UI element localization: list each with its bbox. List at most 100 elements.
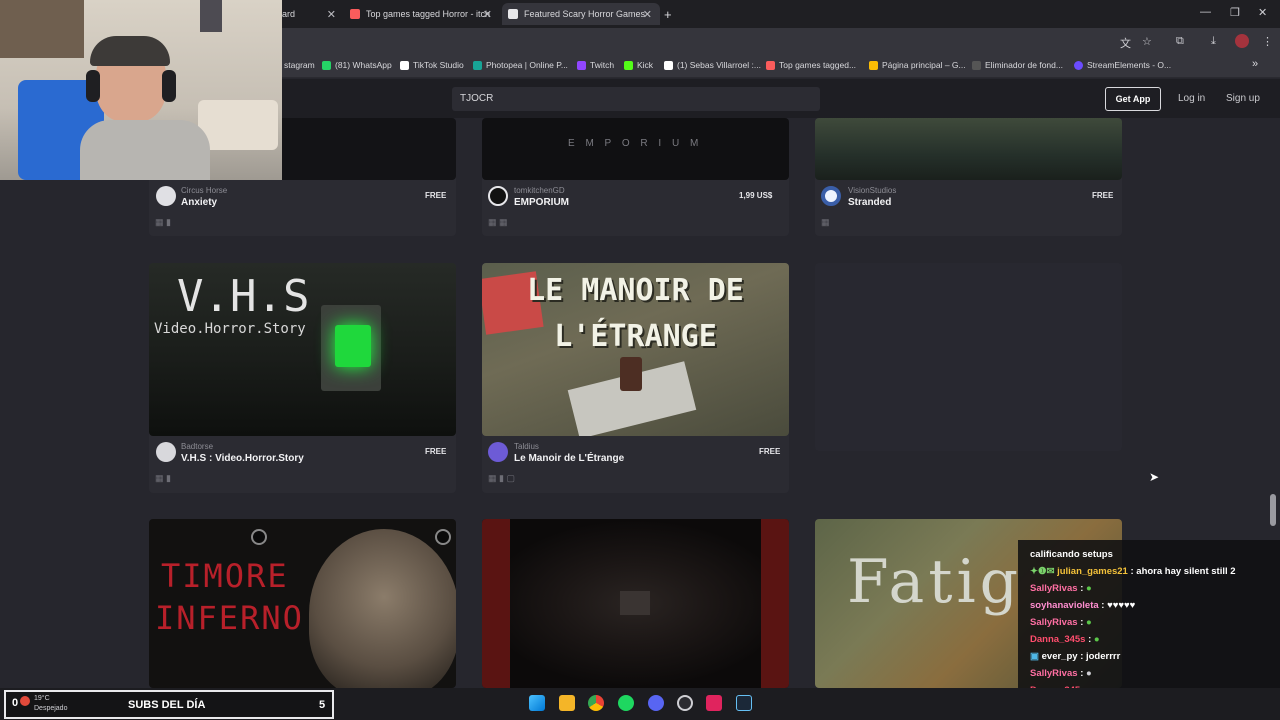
bookmark-kick[interactable]: Kick bbox=[624, 60, 653, 70]
itch-icon bbox=[508, 9, 518, 19]
chat-message: SallyRivas : ● bbox=[1030, 583, 1092, 594]
remove-bg-icon bbox=[972, 60, 981, 70]
bookmark-google-ads[interactable]: Página principal – G... bbox=[869, 60, 966, 70]
chat-message: Danna_345s : ● bbox=[1030, 634, 1100, 645]
profile-avatar[interactable] bbox=[1235, 34, 1249, 48]
game-cover[interactable]: LE MANOIR DE L'ÉTRANGE bbox=[482, 263, 789, 436]
x-icon bbox=[664, 60, 673, 70]
price-badge: FREE bbox=[425, 447, 447, 456]
steam-icon[interactable] bbox=[736, 695, 752, 711]
get-app-button[interactable]: Get App bbox=[1105, 87, 1161, 111]
close-icon[interactable]: ✕ bbox=[643, 8, 652, 21]
author-avatar[interactable] bbox=[488, 186, 508, 206]
twitch-icon bbox=[577, 60, 586, 70]
cover-title-line1: TIMORE bbox=[161, 557, 289, 595]
game-cover[interactable] bbox=[815, 118, 1122, 180]
cover-title: V.H.S bbox=[177, 271, 310, 322]
obs-icon[interactable] bbox=[677, 695, 693, 711]
skull-shape bbox=[309, 529, 456, 688]
new-tab-button[interactable]: + bbox=[664, 3, 678, 25]
spotify-icon[interactable] bbox=[618, 695, 634, 711]
emote-icon: ● bbox=[1086, 668, 1092, 679]
minimize-icon[interactable]: — bbox=[1200, 6, 1211, 18]
game-title[interactable]: Le Manoir de L'Étrange bbox=[514, 453, 624, 464]
bookmark-photopea[interactable]: Photopea | Online P... bbox=[473, 60, 568, 70]
translate-icon[interactable]: 文 bbox=[1120, 35, 1131, 51]
close-window-icon[interactable]: ✕ bbox=[1258, 6, 1267, 19]
badge-icon: ▣ bbox=[1030, 651, 1042, 662]
star-icon[interactable]: ☆ bbox=[1142, 35, 1152, 48]
bookmark-remove-bg[interactable]: Eliminador de fond... bbox=[972, 60, 1063, 70]
weather-icon bbox=[20, 696, 30, 706]
cover-title: LE MANOIR DE bbox=[527, 273, 744, 308]
tab-itch-horror[interactable]: Top games tagged Horror - itch ✕ bbox=[344, 3, 500, 25]
file-explorer-icon[interactable] bbox=[559, 695, 575, 711]
chat-message: SallyRivas : ● bbox=[1030, 668, 1092, 679]
close-icon[interactable]: ✕ bbox=[327, 8, 336, 21]
bookmark-itch[interactable]: Top games tagged... bbox=[766, 60, 856, 70]
game-author[interactable]: Taldius bbox=[514, 442, 539, 451]
tab-label: Top games tagged Horror - itch bbox=[366, 9, 491, 19]
bookmark-whatsapp[interactable]: (81) WhatsApp bbox=[322, 60, 392, 70]
chat-message: ▣ ever_py : joderrrr bbox=[1030, 651, 1121, 662]
author-avatar[interactable] bbox=[488, 442, 508, 462]
game-cover-timore-inferno[interactable]: TIMORE INFERNO bbox=[149, 519, 456, 688]
photopea-icon bbox=[473, 60, 482, 70]
windows-start-icon[interactable] bbox=[529, 695, 545, 711]
tab-featured-horror[interactable]: Featured Scary Horror Games ✕ bbox=[502, 3, 660, 25]
game-title[interactable]: EMPORIUM bbox=[514, 197, 569, 208]
tab-dashboard[interactable]: ard ✕ bbox=[282, 3, 344, 25]
bookmark-tiktok[interactable]: TikTok Studio bbox=[400, 60, 464, 70]
mouse-cursor-icon: ➤ bbox=[1149, 470, 1160, 484]
game-card-placeholder bbox=[815, 263, 1122, 451]
red-wall-shape bbox=[761, 519, 789, 688]
game-author[interactable]: Circus Horse bbox=[181, 186, 227, 195]
author-avatar[interactable] bbox=[156, 186, 176, 206]
cover-subtitle: Video.Horror.Story bbox=[154, 321, 306, 337]
cover-subtitle: L'ÉTRANGE bbox=[554, 319, 717, 354]
game-cover-corridor[interactable] bbox=[482, 519, 789, 688]
headphone-shape bbox=[162, 70, 176, 102]
game-cover[interactable]: V.H.S Video.Horror.Story bbox=[149, 263, 456, 436]
more-bookmarks-icon[interactable]: » bbox=[1252, 58, 1258, 70]
kick-icon bbox=[624, 60, 633, 70]
chat-message: ✦❶✉ julian_games21 : ahora hay silent st… bbox=[1030, 566, 1236, 577]
author-avatar[interactable] bbox=[156, 442, 176, 462]
bookmark-x[interactable]: (1) Sebas Villarroel :... bbox=[664, 60, 761, 70]
bookmark-instagram[interactable]: stagram bbox=[284, 60, 315, 70]
page-scrollbar[interactable] bbox=[1270, 494, 1276, 526]
streamelements-icon bbox=[1074, 60, 1083, 70]
game-author[interactable]: VisionStudios bbox=[848, 186, 896, 195]
game-cover[interactable]: E M P O R I U M bbox=[482, 118, 789, 180]
subs-count: 5 bbox=[319, 699, 326, 711]
game-title[interactable]: V.H.S : Video.Horror.Story bbox=[181, 453, 304, 464]
restore-icon[interactable]: ❐ bbox=[1230, 6, 1240, 19]
subs-label: SUBS DEL DÍA bbox=[128, 699, 206, 711]
weather-temp: 19°C bbox=[34, 695, 50, 702]
signup-link[interactable]: Sign up bbox=[1226, 93, 1260, 104]
game-author[interactable]: tomkitchenGD bbox=[514, 186, 565, 195]
game-title[interactable]: Stranded bbox=[848, 197, 891, 208]
bookmark-twitch[interactable]: Twitch bbox=[577, 60, 614, 70]
chrome-icon[interactable] bbox=[588, 695, 604, 711]
chat-title: calificando setups bbox=[1030, 549, 1113, 560]
headphone-shape bbox=[86, 70, 100, 102]
close-icon[interactable]: ✕ bbox=[483, 8, 492, 21]
tiktok-live-icon[interactable] bbox=[706, 695, 722, 711]
bookmark-streamelements[interactable]: StreamElements - O... bbox=[1074, 60, 1171, 70]
eye-shape bbox=[435, 529, 451, 545]
badge-icon: ✦❶✉ bbox=[1030, 566, 1058, 577]
download-icon[interactable]: ⤓ bbox=[1211, 35, 1216, 48]
game-title[interactable]: Anxiety bbox=[181, 197, 217, 208]
google-ads-icon bbox=[869, 60, 878, 70]
author-avatar[interactable] bbox=[821, 186, 841, 206]
cover-text: E M P O R I U M bbox=[568, 138, 703, 149]
search-input[interactable]: TJOCR bbox=[452, 87, 820, 111]
login-link[interactable]: Log in bbox=[1178, 93, 1205, 104]
menu-dots-icon[interactable]: ⋮ bbox=[1262, 35, 1273, 48]
itch-icon bbox=[766, 60, 775, 70]
game-author[interactable]: Badtorse bbox=[181, 442, 213, 451]
extensions-icon[interactable]: ⧉ bbox=[1176, 35, 1184, 48]
windows-icon: ▦ ▦ bbox=[488, 217, 508, 227]
discord-icon[interactable] bbox=[648, 695, 664, 711]
